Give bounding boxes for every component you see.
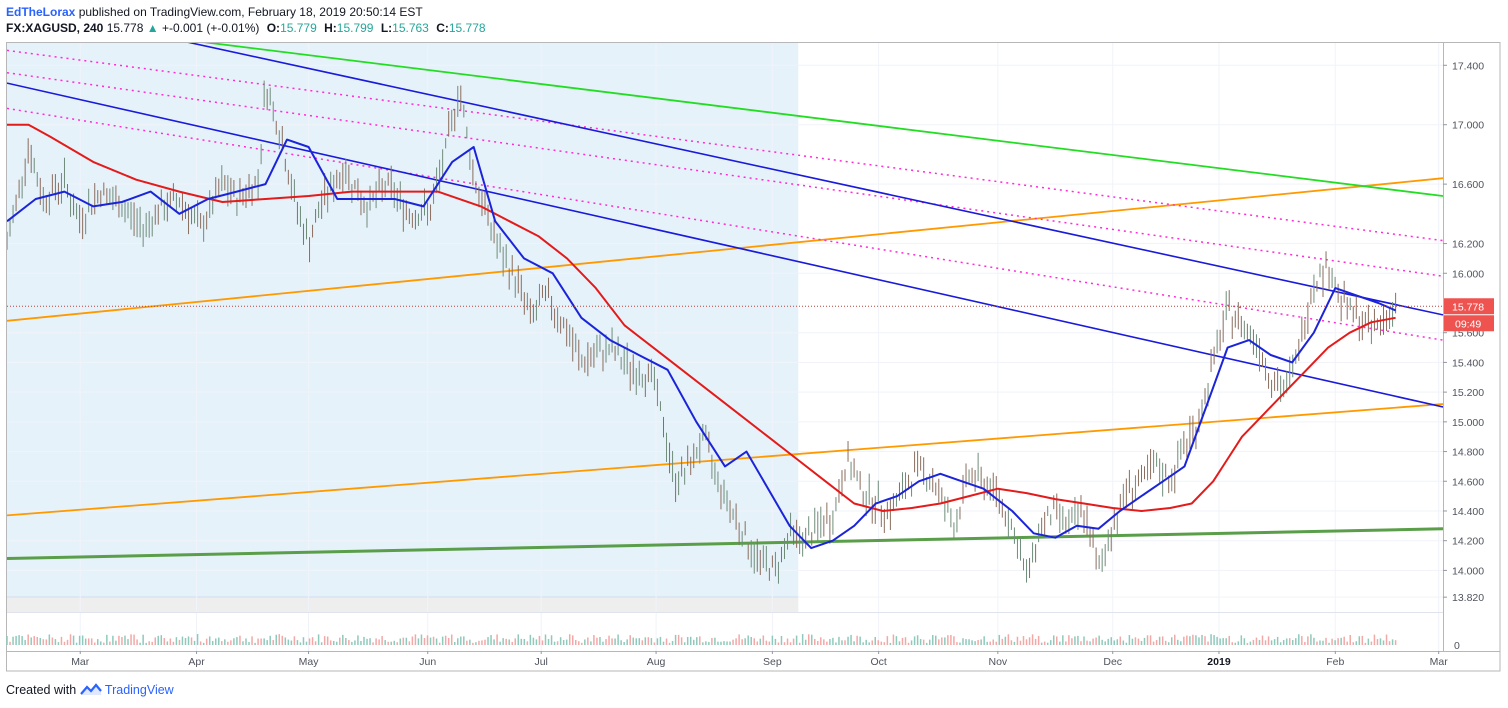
last-price-badge-text: 15.778	[1452, 301, 1484, 313]
tradingview-brand-link[interactable]: TradingView	[105, 683, 174, 697]
y-tick-label-12: 14.200	[1452, 536, 1484, 548]
x-tick-label-5: Aug	[647, 656, 666, 668]
shaded-region	[7, 43, 799, 612]
y-tick-label-13: 14.000	[1452, 565, 1484, 577]
y-tick-label-8: 15.000	[1452, 417, 1484, 429]
x-tick-label-4: Jul	[534, 656, 547, 668]
y-tick-label-0: 17.400	[1452, 60, 1484, 72]
price-chart[interactable]: 17.40017.00016.60016.20016.00015.60015.4…	[0, 0, 1508, 708]
x-tick-label-11: Feb	[1326, 656, 1344, 668]
tradingview-logo-icon	[79, 683, 102, 695]
y-tick-label-2: 16.600	[1452, 179, 1484, 191]
x-tick-label-12: Mar	[1430, 656, 1449, 668]
x-tick-label-9: Dec	[1103, 656, 1122, 668]
y-tick-label-14: 13.820	[1452, 592, 1484, 604]
x-tick-label-3: Jun	[419, 656, 436, 668]
x-tick-label-6: Sep	[763, 656, 782, 668]
x-tick-label-2: May	[299, 656, 320, 668]
volume-axis-label: 0	[1454, 640, 1460, 652]
x-tick-label-0: Mar	[71, 656, 90, 668]
x-tick-label-7: Oct	[870, 656, 886, 668]
y-tick-label-9: 14.800	[1452, 447, 1484, 459]
y-tick-label-6: 15.400	[1452, 357, 1484, 369]
y-tick-label-7: 15.200	[1452, 387, 1484, 399]
x-tick-label-10: 2019	[1207, 656, 1231, 668]
footer: Created with TradingView	[6, 682, 174, 698]
y-tick-label-4: 16.000	[1452, 268, 1484, 280]
y-tick-label-3: 16.200	[1452, 239, 1484, 251]
created-with-text: Created with	[6, 683, 77, 697]
countdown-badge-text: 09:49	[1455, 318, 1481, 330]
x-tick-label-8: Nov	[988, 656, 1007, 668]
x-tick-label-1: Apr	[188, 656, 205, 668]
y-tick-label-11: 14.400	[1452, 506, 1484, 518]
y-tick-label-1: 17.000	[1452, 120, 1484, 132]
shaded-floor-region	[7, 597, 799, 612]
y-tick-label-10: 14.600	[1452, 476, 1484, 488]
volume-series	[6, 634, 1397, 645]
